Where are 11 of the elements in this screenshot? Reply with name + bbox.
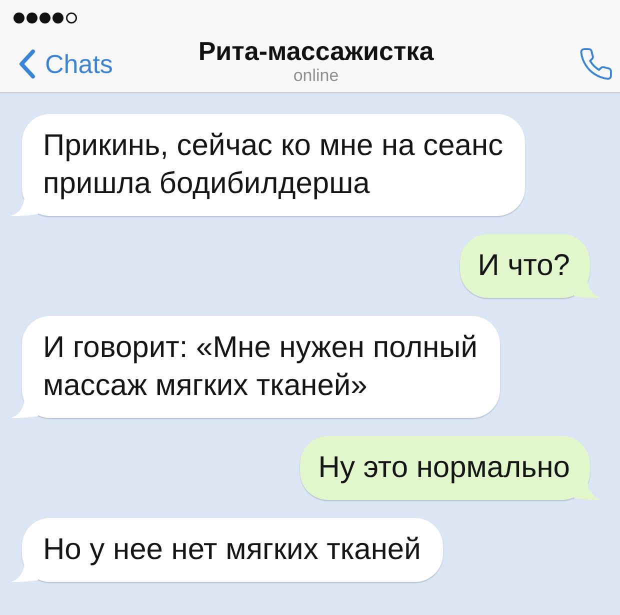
phone-icon[interactable]: [580, 48, 612, 80]
message-bubble: И говорит: «Мне нужен полный массаж мягких тканей»: [22, 316, 500, 418]
back-button[interactable]: Chats: [18, 49, 113, 79]
chevron-left-icon: [18, 49, 36, 79]
contact-name: Рита-массажистка: [198, 36, 434, 66]
contact-status: online: [293, 66, 339, 86]
signal-strength-icon: [13, 12, 79, 24]
message-bubble: И что?: [460, 234, 590, 298]
message-bubble: Ну это нормально: [300, 436, 590, 500]
message-bubble: Но у нее нет мягких тканей: [22, 518, 443, 582]
message-bubble: Прикинь, сейчас ко мне на сеанс пришла бодибилдерша: [22, 114, 526, 216]
